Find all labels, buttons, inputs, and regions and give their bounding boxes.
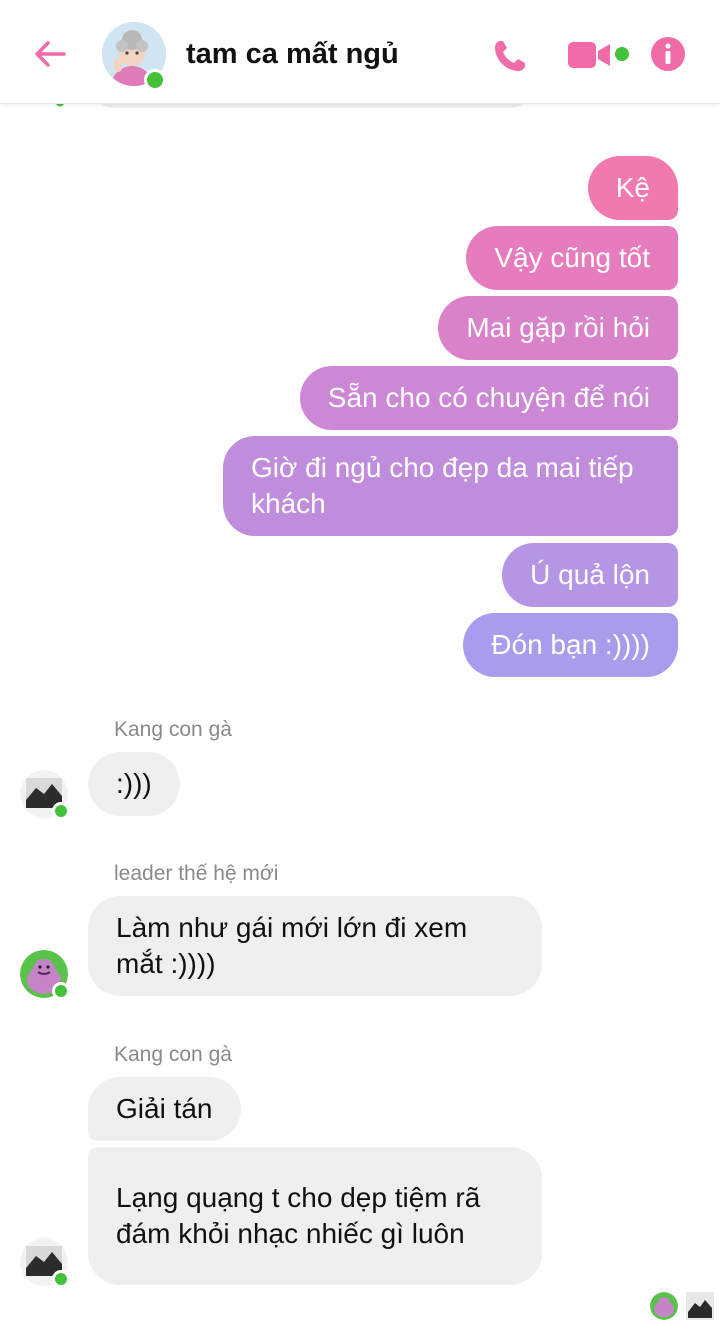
sender-name: leader thế hệ mới (114, 862, 279, 885)
message-text: Lạng quạng t cho dẹp tiệm rã đám khỏi nh… (116, 1182, 481, 1249)
outgoing-message[interactable]: Ú quả lộn (502, 543, 678, 607)
info-icon[interactable] (650, 36, 686, 72)
message-text: Kệ (615, 172, 650, 203)
outgoing-message[interactable]: Vậy cũng tốt (466, 226, 678, 290)
incoming-message[interactable]: Làm như gái mới lớn đi xem mắt :)))) (88, 896, 542, 996)
seen-avatar (650, 1292, 678, 1320)
message-text: Giờ đi ngủ cho đẹp da mai tiếp khách (251, 452, 634, 519)
message-text: Mai gặp rồi hỏi (466, 312, 650, 343)
phone-icon[interactable] (490, 36, 530, 76)
outgoing-message[interactable]: Giờ đi ngủ cho đẹp da mai tiếp khách (223, 436, 678, 536)
chat-title: tam ca mất ngủ (186, 38, 399, 70)
incoming-message[interactable]: :))) (88, 752, 180, 816)
online-status-dot (144, 69, 166, 91)
back-arrow-icon[interactable] (30, 34, 70, 74)
message-text: Làm như gái mới lớn đi xem mắt :)))) (116, 912, 468, 979)
online-status-dot (52, 1270, 70, 1288)
message-text: Ú quả lộn (530, 559, 650, 590)
message-text: Giải tán (116, 1093, 213, 1124)
incoming-message[interactable]: Giải tán (88, 1077, 241, 1141)
chat-header: tam ca mất ngủ (0, 0, 720, 104)
message-text: :))) (116, 768, 152, 799)
incoming-message[interactable]: Lạng quạng t cho dẹp tiệm rã đám khỏi nh… (88, 1147, 542, 1285)
sender-name: Kang con gà (114, 1043, 232, 1066)
sender-name: Kang con gà (114, 718, 232, 741)
message-text: Sẵn cho có chuyện để nói (327, 382, 650, 413)
message-text: Đón bạn :)))) (491, 629, 650, 660)
online-status-dot (52, 802, 70, 820)
outgoing-message[interactable]: Sẵn cho có chuyện để nói (299, 366, 678, 430)
online-status-dot (52, 982, 70, 1000)
outgoing-message[interactable]: Mai gặp rồi hỏi (438, 296, 678, 360)
video-camera-icon[interactable] (568, 40, 612, 70)
seen-avatar (686, 1292, 714, 1320)
message-text: Vậy cũng tốt (494, 242, 650, 273)
outgoing-message[interactable]: Đón bạn :)))) (463, 613, 678, 677)
outgoing-message[interactable]: Kệ (587, 156, 678, 220)
video-online-dot (615, 47, 629, 61)
